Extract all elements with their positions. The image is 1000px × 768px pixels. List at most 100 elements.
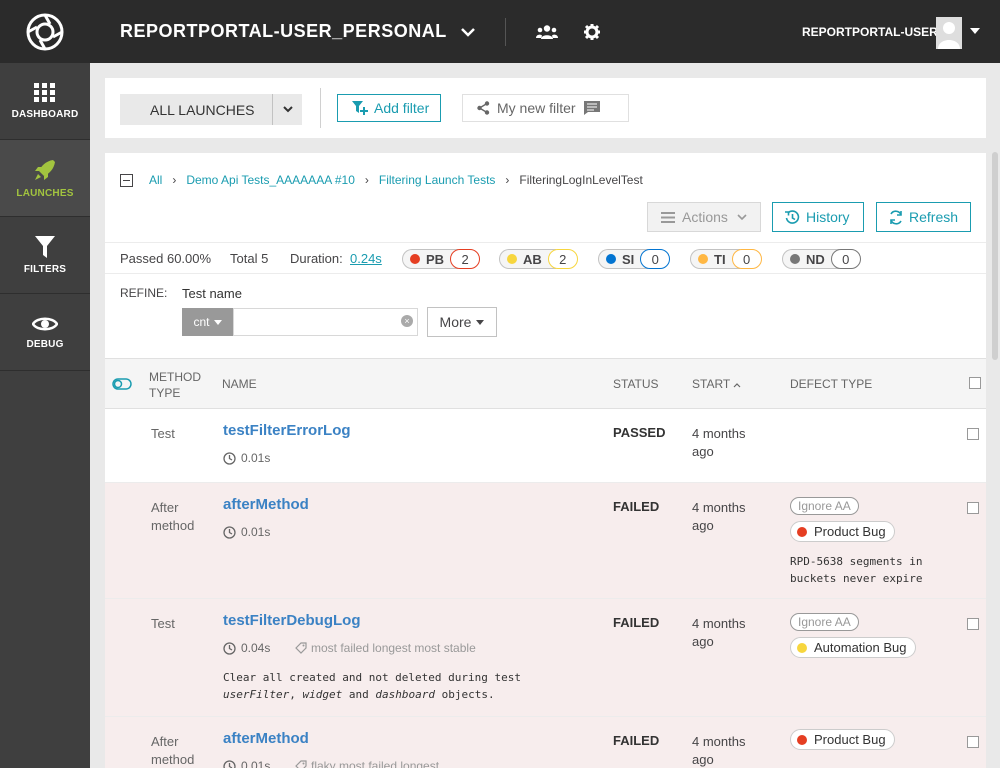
collapse-all-toggle[interactable]: [120, 173, 133, 187]
actions-label: Actions: [682, 209, 728, 225]
history-button[interactable]: History: [772, 202, 864, 232]
grid-icon: [34, 82, 55, 102]
row-checkbox[interactable]: [967, 502, 979, 514]
breadcrumb-item-suite[interactable]: Filtering Launch Tests: [379, 173, 496, 187]
sidebar-item-dashboard[interactable]: DASHBOARD: [0, 63, 90, 140]
scrollbar[interactable]: [992, 152, 998, 360]
dropdown-toggle[interactable]: [272, 94, 302, 125]
column-method-type[interactable]: METHOD TYPE: [149, 369, 201, 401]
column-name[interactable]: NAME: [222, 377, 257, 391]
test-name-link[interactable]: afterMethod: [223, 496, 309, 513]
breadcrumb-item-all[interactable]: All: [149, 173, 162, 187]
sidebar-item-launches[interactable]: LAUNCHES: [0, 140, 90, 217]
defect-type-label: Automation Bug: [814, 640, 907, 655]
status: FAILED: [613, 733, 660, 748]
menu-icon: [661, 211, 675, 223]
more-button[interactable]: More: [427, 307, 497, 337]
tag-icon: [295, 760, 307, 768]
filter-bar: ALL LAUNCHES Add filter My new filter: [105, 78, 986, 138]
sidebar-item-debug[interactable]: DEBUG: [0, 294, 90, 371]
duration-value: 0.04s: [241, 641, 271, 655]
all-launches-dropdown[interactable]: ALL LAUNCHES: [120, 94, 302, 125]
table-row: Test testFilterErrorLog 0.01s PASSED 4 m…: [105, 409, 986, 483]
launch-stats: Passed 60.00% Total 5 Duration: 0.24s PB…: [105, 242, 986, 274]
test-name-input[interactable]: [233, 308, 418, 336]
no-defect-dot-icon: [790, 254, 800, 264]
defect-badge-ti[interactable]: TI 0: [690, 249, 762, 269]
toggle-icon[interactable]: [112, 378, 132, 390]
comment-icon: [583, 101, 600, 115]
divider: [320, 88, 321, 128]
clock-icon: [223, 525, 236, 539]
sidebar-item-filters[interactable]: FILTERS: [0, 217, 90, 294]
actions-button[interactable]: Actions: [647, 202, 761, 232]
sidebar-item-label: DEBUG: [26, 338, 64, 350]
duration-value: 0.01s: [241, 759, 271, 768]
breadcrumb-item-launch[interactable]: Demo Api Tests_AAAAAAA #10: [186, 173, 355, 187]
system-issue-dot-icon: [606, 254, 616, 264]
column-start[interactable]: START: [692, 377, 741, 391]
project-name[interactable]: REPORTPORTAL-USER_PERSONAL: [120, 21, 447, 42]
sidebar: DASHBOARD LAUNCHES FILTERS DEBUG: [0, 0, 90, 768]
method-type: After method: [151, 734, 195, 767]
defect-type-badge[interactable]: Automation Bug: [790, 637, 916, 658]
history-label: History: [806, 209, 850, 225]
breadcrumb-separator-icon: ›: [505, 173, 510, 187]
badge-count: 0: [830, 249, 861, 269]
chevron-down-icon: [737, 213, 747, 220]
filter-tab-label: My new filter: [497, 100, 576, 116]
defect-badge-si[interactable]: SI 0: [598, 249, 671, 269]
gear-icon[interactable]: [583, 23, 600, 40]
chevron-down-icon[interactable]: [460, 28, 475, 37]
row-checkbox[interactable]: [967, 736, 979, 748]
status: FAILED: [613, 615, 660, 630]
main-panel: All › Demo Api Tests_AAAAAAA #10 › Filte…: [105, 153, 986, 768]
eye-icon: [32, 317, 58, 330]
row-checkbox[interactable]: [967, 428, 979, 440]
sidebar-item-label: DASHBOARD: [11, 108, 79, 120]
members-icon[interactable]: [535, 24, 558, 39]
test-name-link[interactable]: afterMethod: [223, 730, 309, 747]
method-type: After method: [151, 500, 195, 533]
duration-value: 0.01s: [241, 451, 271, 465]
caret-down-icon: [476, 319, 485, 325]
description-code: userFilter: [223, 688, 290, 701]
defect-badge-ab[interactable]: AB 2: [499, 249, 578, 269]
caret-down-icon: [213, 319, 222, 325]
defect-type-badge[interactable]: Product Bug: [790, 729, 895, 750]
tag-icon: [295, 642, 307, 654]
row-checkbox[interactable]: [967, 618, 979, 630]
tags-text[interactable]: most failed longest most stable: [311, 641, 476, 655]
add-filter-icon: [352, 101, 368, 115]
test-name-link[interactable]: testFilterErrorLog: [223, 422, 351, 439]
clear-icon[interactable]: ×: [401, 315, 413, 327]
column-defect-type[interactable]: DEFECT TYPE: [790, 377, 872, 391]
refresh-button[interactable]: Refresh: [876, 202, 971, 232]
logo[interactable]: [0, 0, 90, 63]
start-time: 4 months ago: [692, 500, 746, 533]
filter-tab[interactable]: My new filter: [462, 94, 629, 122]
defect-badge-nd[interactable]: ND 0: [782, 249, 861, 269]
sort-asc-icon: [733, 383, 741, 388]
duration: 0.01s: [223, 759, 270, 768]
select-all-checkbox[interactable]: [969, 377, 981, 389]
user-name[interactable]: REPORTPORTAL-USER: [802, 25, 938, 39]
caret-down-icon[interactable]: [970, 28, 980, 34]
breadcrumb-separator-icon: ›: [364, 173, 369, 187]
all-launches-label: ALL LAUNCHES: [150, 101, 255, 118]
column-status[interactable]: STATUS: [613, 377, 659, 391]
avatar[interactable]: [936, 17, 962, 49]
defect-type-badge[interactable]: Product Bug: [790, 521, 895, 542]
ignore-aa-badge: Ignore AA: [790, 497, 859, 515]
condition-dropdown[interactable]: cnt: [182, 308, 233, 336]
tags-text[interactable]: flaky most failed longest: [311, 759, 439, 768]
product-bug-dot-icon: [797, 734, 807, 745]
duration-value[interactable]: 0.24s: [350, 251, 382, 266]
duration-label: Duration:: [290, 251, 343, 266]
description-code: dashboard: [375, 688, 435, 701]
badge-count: 2: [547, 249, 578, 269]
add-filter-button[interactable]: Add filter: [337, 94, 441, 122]
defect-badge-pb[interactable]: PB 2: [402, 249, 481, 269]
badge-code: SI: [622, 251, 635, 267]
test-name-link[interactable]: testFilterDebugLog: [223, 612, 361, 629]
